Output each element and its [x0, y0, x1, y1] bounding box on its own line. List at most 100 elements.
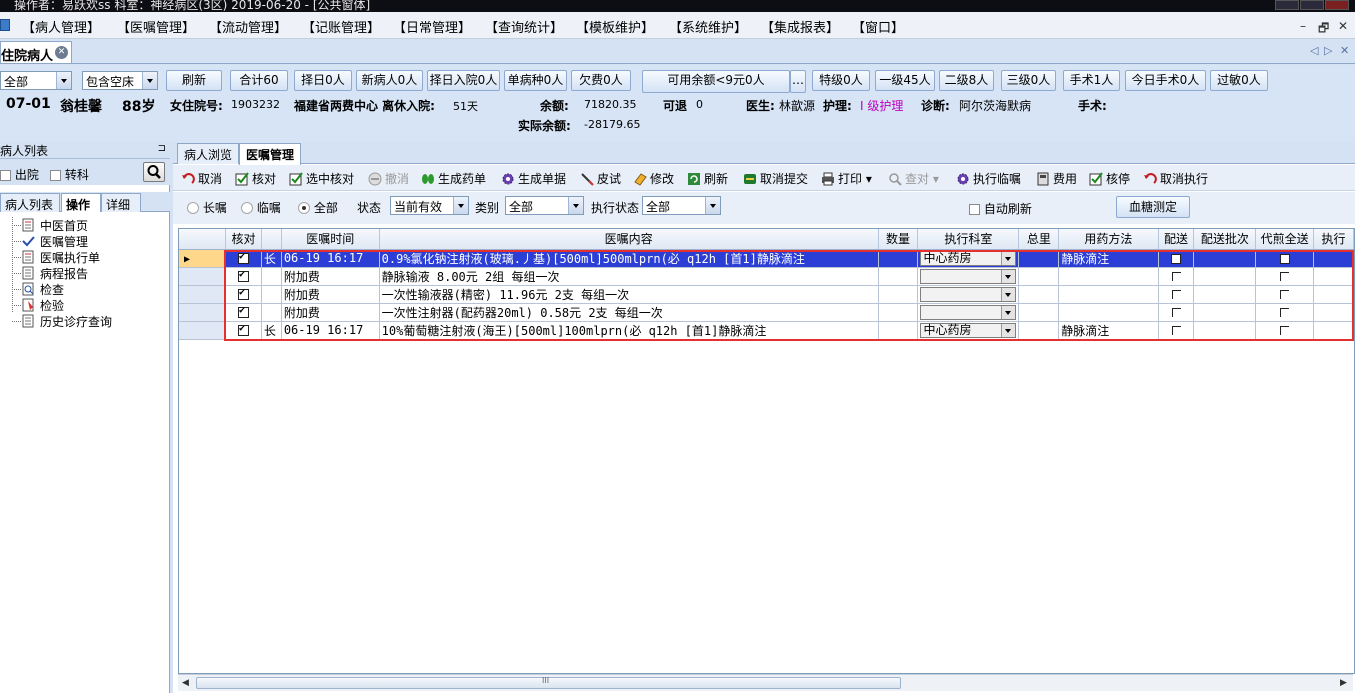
dept-cell[interactable]: [917, 303, 1020, 322]
decoction-cell[interactable]: [1255, 303, 1315, 322]
verify-cell[interactable]: [225, 285, 262, 304]
balance-filter-button[interactable]: 可用余额<9元0人: [642, 70, 790, 93]
col-verify[interactable]: 核对: [225, 229, 262, 250]
refresh-button[interactable]: 刷新: [166, 70, 222, 91]
row-selector[interactable]: [179, 285, 227, 304]
dept-cell[interactable]: [917, 267, 1020, 286]
menu-system[interactable]: 【系统维护】: [669, 17, 747, 36]
decoction-checkbox[interactable]: [1280, 326, 1290, 335]
verify-cell[interactable]: [225, 321, 262, 340]
delivery-checkbox[interactable]: [1171, 290, 1181, 299]
tree-item-orders[interactable]: 医嘱管理: [0, 233, 170, 249]
dept-select[interactable]: 中心药房: [920, 322, 1017, 338]
edit-button[interactable]: 修改: [633, 170, 674, 187]
status-select[interactable]: 当前有效: [390, 196, 469, 215]
decoction-cell[interactable]: [1255, 249, 1315, 268]
check-query-button[interactable]: 查对 ▾: [888, 170, 939, 187]
col-method[interactable]: 用药方法: [1058, 229, 1159, 250]
tree-item-tcm-home[interactable]: 中医首页: [0, 217, 170, 233]
delivery-cell[interactable]: [1158, 321, 1195, 340]
verify-button[interactable]: 核对: [235, 170, 276, 187]
delivery-checkbox[interactable]: [1171, 308, 1181, 317]
dept-cell[interactable]: 中心药房: [917, 321, 1020, 340]
verify-checkbox[interactable]: [237, 305, 249, 318]
scroll-right-icon[interactable]: ▶: [1340, 678, 1347, 688]
delivery-checkbox[interactable]: [1171, 272, 1181, 281]
tree-item-lab-test[interactable]: 检验: [0, 297, 170, 313]
tree-item-history[interactable]: 历史诊疗查询: [0, 313, 170, 329]
long-term-radio[interactable]: 长嘱: [187, 199, 227, 216]
horizontal-scrollbar[interactable]: ◀ III ▶: [178, 674, 1353, 691]
col-execute[interactable]: 执行: [1313, 229, 1354, 250]
decoction-checkbox[interactable]: [1280, 272, 1290, 281]
decoction-cell[interactable]: [1255, 267, 1315, 286]
tree-item-execution-sheet[interactable]: 医嘱执行单: [0, 249, 170, 265]
col-decoction[interactable]: 代煎全送: [1255, 229, 1315, 250]
table-row[interactable]: 附加费 一次性注射器(配药器20ml) 0.58元 2支 每组一次: [179, 303, 1354, 322]
content-cell[interactable]: 10%葡萄糖注射液(海王)[500ml]100mlprn(必 q12h [首1]…: [379, 321, 879, 340]
mdi-restore-icon[interactable]: 🗗: [1318, 19, 1329, 40]
row-selector[interactable]: ▶: [179, 249, 227, 268]
tab-operations[interactable]: 操作: [61, 193, 101, 212]
decoction-checkbox[interactable]: [1280, 290, 1290, 299]
allergy-button[interactable]: 过敏0人: [1210, 70, 1268, 91]
level-2-button[interactable]: 二级8人: [939, 70, 994, 91]
scheduled-admission-button[interactable]: 择日入院0人: [427, 70, 500, 91]
auto-refresh-checkbox[interactable]: [969, 204, 980, 215]
col-delivery-batch[interactable]: 配送批次: [1193, 229, 1257, 250]
exec-status-select[interactable]: 全部: [642, 196, 721, 215]
balance-more-button[interactable]: …: [790, 70, 806, 93]
total-button[interactable]: 合计60: [230, 70, 288, 91]
verify-selected-button[interactable]: 选中核对: [289, 170, 354, 187]
table-row[interactable]: ▶ 长 06-19 16:17 0.9%氯化钠注射液(玻璃.丿基)[500ml]…: [179, 249, 1354, 268]
refresh-orders-button[interactable]: 刷新: [687, 170, 728, 187]
col-delivery[interactable]: 配送: [1158, 229, 1195, 250]
level-1-button[interactable]: 一级45人: [875, 70, 935, 91]
single-disease-button[interactable]: 单病种0人: [504, 70, 567, 91]
menu-billing[interactable]: 【记账管理】: [302, 17, 380, 36]
arrears-button[interactable]: 欠费0人: [571, 70, 631, 91]
verify-checkbox[interactable]: [237, 287, 249, 300]
cancel-submit-button[interactable]: 取消提交: [743, 170, 808, 187]
delivery-checkbox[interactable]: [1171, 326, 1181, 335]
tab-next-icon[interactable]: ▷: [1324, 44, 1332, 57]
delivery-cell[interactable]: [1158, 285, 1195, 304]
transfer-checkbox[interactable]: [50, 170, 61, 181]
delivery-cell[interactable]: [1158, 249, 1195, 268]
print-button[interactable]: 打印 ▾: [821, 170, 872, 187]
search-button[interactable]: [143, 162, 165, 182]
all-radio[interactable]: 全部: [298, 199, 338, 216]
content-cell[interactable]: 0.9%氯化钠注射液(玻璃.丿基)[500ml]500mlprn(必 q12h …: [379, 249, 879, 268]
dept-select[interactable]: [920, 304, 1017, 320]
verify-cell[interactable]: [225, 303, 262, 322]
scrollbar-thumb[interactable]: III: [196, 676, 901, 689]
cancel-execution-button[interactable]: 取消执行: [1143, 170, 1208, 187]
special-level-button[interactable]: 特级0人: [812, 70, 870, 91]
tab-prev-icon[interactable]: ◁: [1310, 44, 1318, 57]
pin-icon[interactable]: ⊐: [158, 143, 166, 154]
mdi-minimize-icon[interactable]: –: [1300, 19, 1306, 33]
auto-refresh-option[interactable]: 自动刷新: [969, 200, 1032, 217]
menu-patient[interactable]: 【病人管理】: [22, 17, 100, 36]
dept-select[interactable]: 中心药房: [920, 250, 1017, 266]
generate-drug-list-button[interactable]: 生成药单: [421, 170, 486, 187]
tree-item-progress-report[interactable]: 病程报告: [0, 265, 170, 281]
decoction-cell[interactable]: [1255, 321, 1315, 340]
col-order-time[interactable]: 医嘱时间: [281, 229, 380, 250]
verify-cell[interactable]: [225, 249, 262, 268]
row-selector[interactable]: [179, 267, 227, 286]
discharged-checkbox[interactable]: [0, 170, 11, 181]
verify-checkbox[interactable]: [237, 251, 249, 264]
cancel-button[interactable]: 取消: [181, 170, 222, 187]
table-row[interactable]: 附加费 一次性输液器(精密) 11.96元 2支 每组一次: [179, 285, 1354, 304]
dept-select[interactable]: [920, 268, 1017, 284]
menu-reports[interactable]: 【集成报表】: [761, 17, 839, 36]
verify-checkbox[interactable]: [237, 323, 249, 336]
tab-order-management[interactable]: 医嘱管理: [239, 143, 302, 165]
tab-inpatients[interactable]: 住院病人 ✕: [0, 41, 72, 64]
menu-daily[interactable]: 【日常管理】: [393, 17, 471, 36]
col-type[interactable]: [261, 229, 282, 250]
content-cell[interactable]: 静脉输液 8.00元 2组 每组一次: [379, 267, 879, 286]
menu-flow[interactable]: 【流动管理】: [209, 17, 287, 36]
col-total[interactable]: 总里: [1018, 229, 1060, 250]
